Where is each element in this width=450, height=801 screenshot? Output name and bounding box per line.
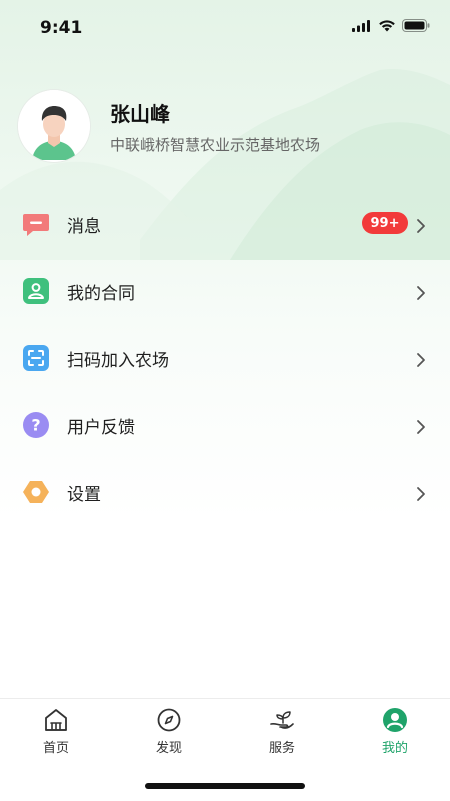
chevron-right-icon (417, 487, 425, 501)
menu-label: 扫码加入农场 (67, 351, 169, 371)
tab-services[interactable]: 服务 (242, 707, 322, 763)
cellular-signal-icon (352, 19, 370, 32)
settings-icon (23, 481, 49, 503)
chevron-right-icon (417, 286, 425, 300)
tab-home[interactable]: 首页 (16, 707, 96, 763)
compass-icon (157, 708, 181, 732)
status-bar: 9:41 (0, 0, 450, 56)
menu-item-settings[interactable]: 设置 (0, 458, 450, 525)
menu-list: 消息 99+ 我的合同 扫码加入农场 ? 用户反馈 设置 (0, 190, 450, 525)
user-icon (383, 708, 407, 732)
tab-label: 首页 (42, 741, 69, 756)
menu-item-scan-join-farm[interactable]: 扫码加入农场 (0, 324, 450, 391)
scan-icon (23, 345, 49, 371)
home-indicator (145, 783, 305, 789)
chevron-right-icon (417, 353, 425, 367)
menu-item-contracts[interactable]: 我的合同 (0, 257, 450, 324)
svg-text:?: ? (31, 416, 40, 435)
status-time: 9:41 (40, 18, 83, 38)
profile-card[interactable]: 张山峰 中联峨桥智慧农业示范基地农场 (18, 90, 438, 162)
menu-label: 消息 (67, 217, 101, 237)
menu-item-feedback[interactable]: ? 用户反馈 (0, 391, 450, 458)
home-icon (45, 709, 67, 731)
battery-icon (402, 19, 430, 32)
contract-icon (23, 278, 49, 304)
message-icon (23, 214, 49, 236)
user-organization: 中联峨桥智慧农业示范基地农场 (110, 136, 321, 154)
menu-label: 我的合同 (67, 284, 135, 304)
feedback-icon: ? (23, 412, 49, 438)
tab-discover[interactable]: 发现 (129, 707, 209, 763)
avatar-illustration (18, 90, 90, 162)
menu-label: 设置 (67, 485, 101, 505)
tab-mine[interactable]: 我的 (355, 707, 435, 763)
menu-item-messages[interactable]: 消息 99+ (0, 190, 450, 257)
unread-badge: 99+ (362, 212, 408, 234)
chevron-right-icon (417, 219, 425, 233)
menu-label: 用户反馈 (67, 418, 135, 438)
wifi-icon (379, 20, 395, 32)
avatar[interactable] (18, 90, 90, 162)
sprout-hand-icon (270, 711, 294, 729)
chevron-right-icon (417, 420, 425, 434)
tab-label: 我的 (381, 741, 408, 756)
user-name: 张山峰 (110, 102, 170, 126)
tab-label: 发现 (155, 741, 182, 756)
tab-label: 服务 (268, 741, 295, 756)
